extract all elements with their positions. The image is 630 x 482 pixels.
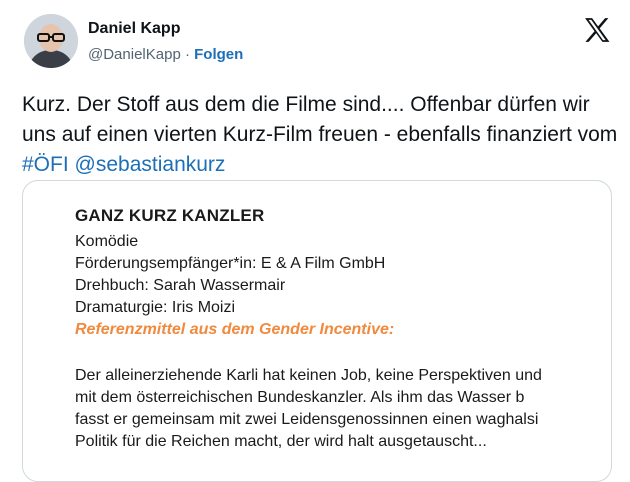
- tweet-text: Kurz. Der Stoff aus dem die Filme sind..…: [22, 90, 622, 180]
- description-line: fasst er gemeinsam mit zwei Leidensgenos…: [75, 411, 539, 428]
- x-logo-icon[interactable]: [584, 18, 610, 42]
- follow-button[interactable]: Folgen: [194, 46, 243, 63]
- document-recipient: Förderungsempfänger*in: E & A Film GmbH: [75, 255, 386, 272]
- document-content: GANZ KURZ KANZLER Komödie Förderungsempf…: [75, 205, 611, 453]
- document-dramaturgy: Dramaturgie: Iris Moizi: [75, 299, 236, 316]
- author-name[interactable]: Daniel Kapp: [88, 20, 180, 38]
- description-line: mit dem österreichischen Bundeskanzler. …: [75, 389, 525, 406]
- description-line: Der alleinerziehende Karli hat keinen Jo…: [75, 367, 542, 384]
- document-title: GANZ KURZ KANZLER: [75, 206, 265, 225]
- author-handle[interactable]: @DanielKapp: [88, 46, 181, 63]
- separator-dot: ·: [184, 46, 190, 63]
- document-description: Der alleinerziehende Karli hat keinen Jo…: [75, 365, 611, 453]
- author-handle-row: @DanielKapp · Folgen: [88, 46, 243, 63]
- avatar[interactable]: [24, 14, 78, 68]
- hashtag-link[interactable]: #ÖFI: [22, 153, 69, 176]
- document-reference: Referenzmittel aus dem Gender Incentive:: [75, 321, 395, 338]
- document-genre: Komödie: [75, 233, 139, 250]
- tweet-image-card[interactable]: GANZ KURZ KANZLER Komödie Förderungsempf…: [22, 180, 612, 482]
- document-script: Drehbuch: Sarah Wassermair: [75, 277, 286, 294]
- description-line: Politik für die Reichen macht, der wird …: [75, 433, 487, 450]
- mention-link[interactable]: @sebastiankurz: [75, 153, 226, 176]
- avatar-photo: [24, 14, 78, 68]
- tweet-text-body: Kurz. Der Stoff aus dem die Filme sind..…: [22, 93, 618, 146]
